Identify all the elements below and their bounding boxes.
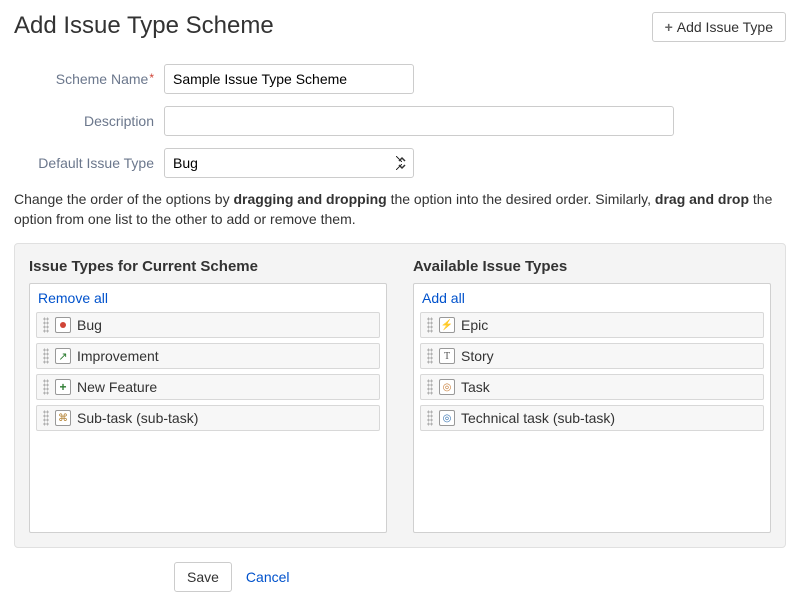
page-title: Add Issue Type Scheme (14, 12, 274, 40)
issue-type-label: New Feature (77, 379, 157, 395)
description-label: Description (14, 113, 164, 129)
remove-all-link[interactable]: Remove all (38, 290, 108, 306)
available-item[interactable]: Task (420, 374, 764, 400)
save-button[interactable]: Save (174, 562, 232, 592)
drag-grip-icon[interactable] (43, 348, 49, 364)
add-issue-type-button[interactable]: + Add Issue Type (652, 12, 786, 42)
plus-icon: + (665, 19, 673, 35)
issue-type-label: Sub-task (sub-task) (77, 410, 198, 426)
drag-grip-icon[interactable] (43, 379, 49, 395)
issue-type-label: Epic (461, 317, 488, 333)
current-item[interactable]: Sub-task (sub-task) (36, 405, 380, 431)
issue-type-label: Technical task (sub-task) (461, 410, 615, 426)
current-item[interactable]: New Feature (36, 374, 380, 400)
drag-grip-icon[interactable] (43, 317, 49, 333)
current-item[interactable]: Improvement (36, 343, 380, 369)
add-issue-type-label: Add Issue Type (677, 19, 773, 35)
available-item[interactable]: Epic (420, 312, 764, 338)
available-item[interactable]: Technical task (sub-task) (420, 405, 764, 431)
instructions-text: Change the order of the options by dragg… (14, 190, 786, 229)
current-scheme-title: Issue Types for Current Scheme (29, 258, 387, 275)
current-scheme-list[interactable]: Remove all Bug Improvement New Feature Sub-… (29, 283, 387, 533)
issue-type-label: Story (461, 348, 494, 364)
scheme-name-label: Scheme Name* (14, 71, 164, 87)
current-item[interactable]: Bug (36, 312, 380, 338)
default-issue-type-label: Default Issue Type (14, 155, 164, 171)
drag-grip-icon[interactable] (427, 348, 433, 364)
add-all-link[interactable]: Add all (422, 290, 465, 306)
scheme-name-input[interactable] (164, 64, 414, 94)
issue-type-label: Bug (77, 317, 102, 333)
drag-grip-icon[interactable] (427, 379, 433, 395)
drag-grip-icon[interactable] (43, 410, 49, 426)
issue-type-label: Improvement (77, 348, 159, 364)
cancel-link[interactable]: Cancel (246, 569, 290, 585)
techtask-icon (439, 410, 455, 426)
drag-grip-icon[interactable] (427, 317, 433, 333)
default-issue-type-select[interactable]: Bug (164, 148, 414, 178)
drag-grip-icon[interactable] (427, 410, 433, 426)
subtask-icon (55, 410, 71, 426)
available-types-title: Available Issue Types (413, 258, 771, 275)
epic-icon (439, 317, 455, 333)
description-input[interactable] (164, 106, 674, 136)
task-icon (439, 379, 455, 395)
available-item[interactable]: Story (420, 343, 764, 369)
available-types-list[interactable]: Add all Epic Story Task Technical task (sub… (413, 283, 771, 533)
story-icon (439, 348, 455, 364)
required-asterisk: * (149, 71, 154, 85)
lists-panel: Issue Types for Current Scheme Remove al… (14, 243, 786, 548)
newfeature-icon (55, 379, 71, 395)
improvement-icon (55, 348, 71, 364)
issue-type-label: Task (461, 379, 490, 395)
bug-icon (55, 317, 71, 333)
